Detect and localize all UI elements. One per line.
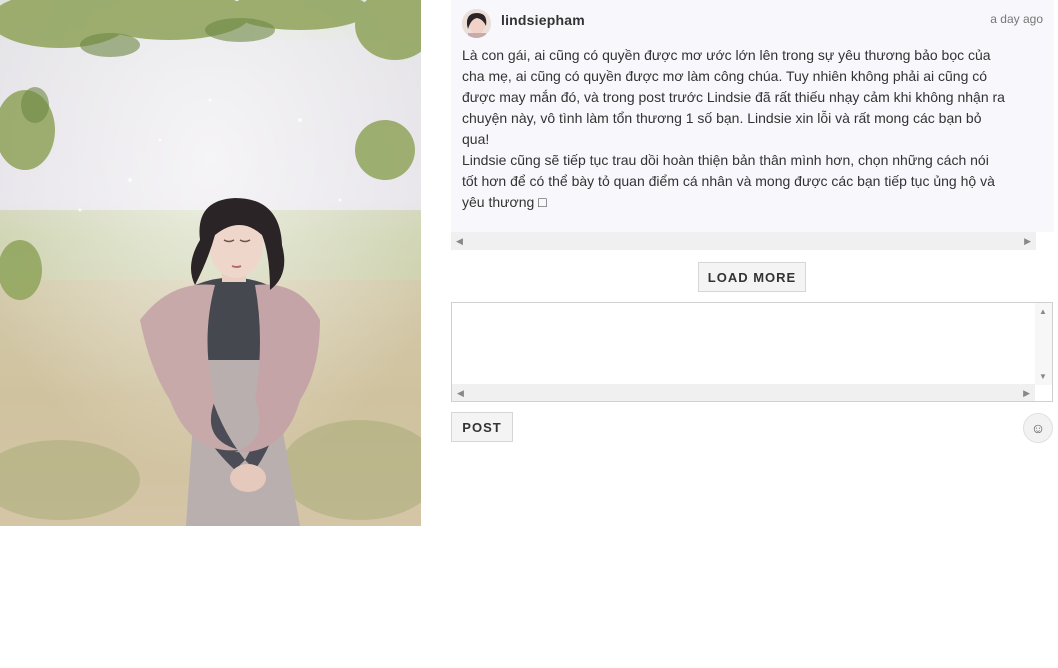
- scroll-up-icon[interactable]: ▲: [1039, 307, 1047, 316]
- comment-timestamp: a day ago: [990, 12, 1043, 26]
- post-photo: [0, 0, 421, 526]
- post-button[interactable]: POST: [451, 412, 513, 442]
- comment-horizontal-scrollbar[interactable]: ◀ ▶: [451, 232, 1036, 250]
- scroll-left-icon[interactable]: ◀: [457, 388, 464, 399]
- comment-input-box[interactable]: ▲ ▼ ◀ ▶: [451, 302, 1053, 402]
- scroll-down-icon[interactable]: ▼: [1039, 372, 1047, 381]
- avatar-image: [462, 9, 491, 38]
- comment-username[interactable]: lindsiepham: [501, 12, 585, 28]
- scroll-left-icon[interactable]: ◀: [456, 236, 463, 246]
- scroll-right-icon[interactable]: ▶: [1023, 388, 1030, 399]
- smiley-icon[interactable]: ☺: [1023, 413, 1053, 443]
- comment-text: Là con gái, ai cũng có quyền được mơ ước…: [462, 47, 1005, 210]
- comment: lindsiepham a day ago Là con gái, ai cũn…: [451, 0, 1054, 232]
- post-photo-illustration: [0, 0, 421, 526]
- comment-input-vertical-scrollbar[interactable]: ▲ ▼: [1035, 303, 1052, 385]
- comment-input-horizontal-scrollbar[interactable]: ◀ ▶: [452, 384, 1035, 401]
- scroll-right-icon[interactable]: ▶: [1024, 236, 1031, 246]
- load-more-button[interactable]: LOAD MORE: [698, 262, 806, 292]
- avatar[interactable]: [462, 9, 491, 38]
